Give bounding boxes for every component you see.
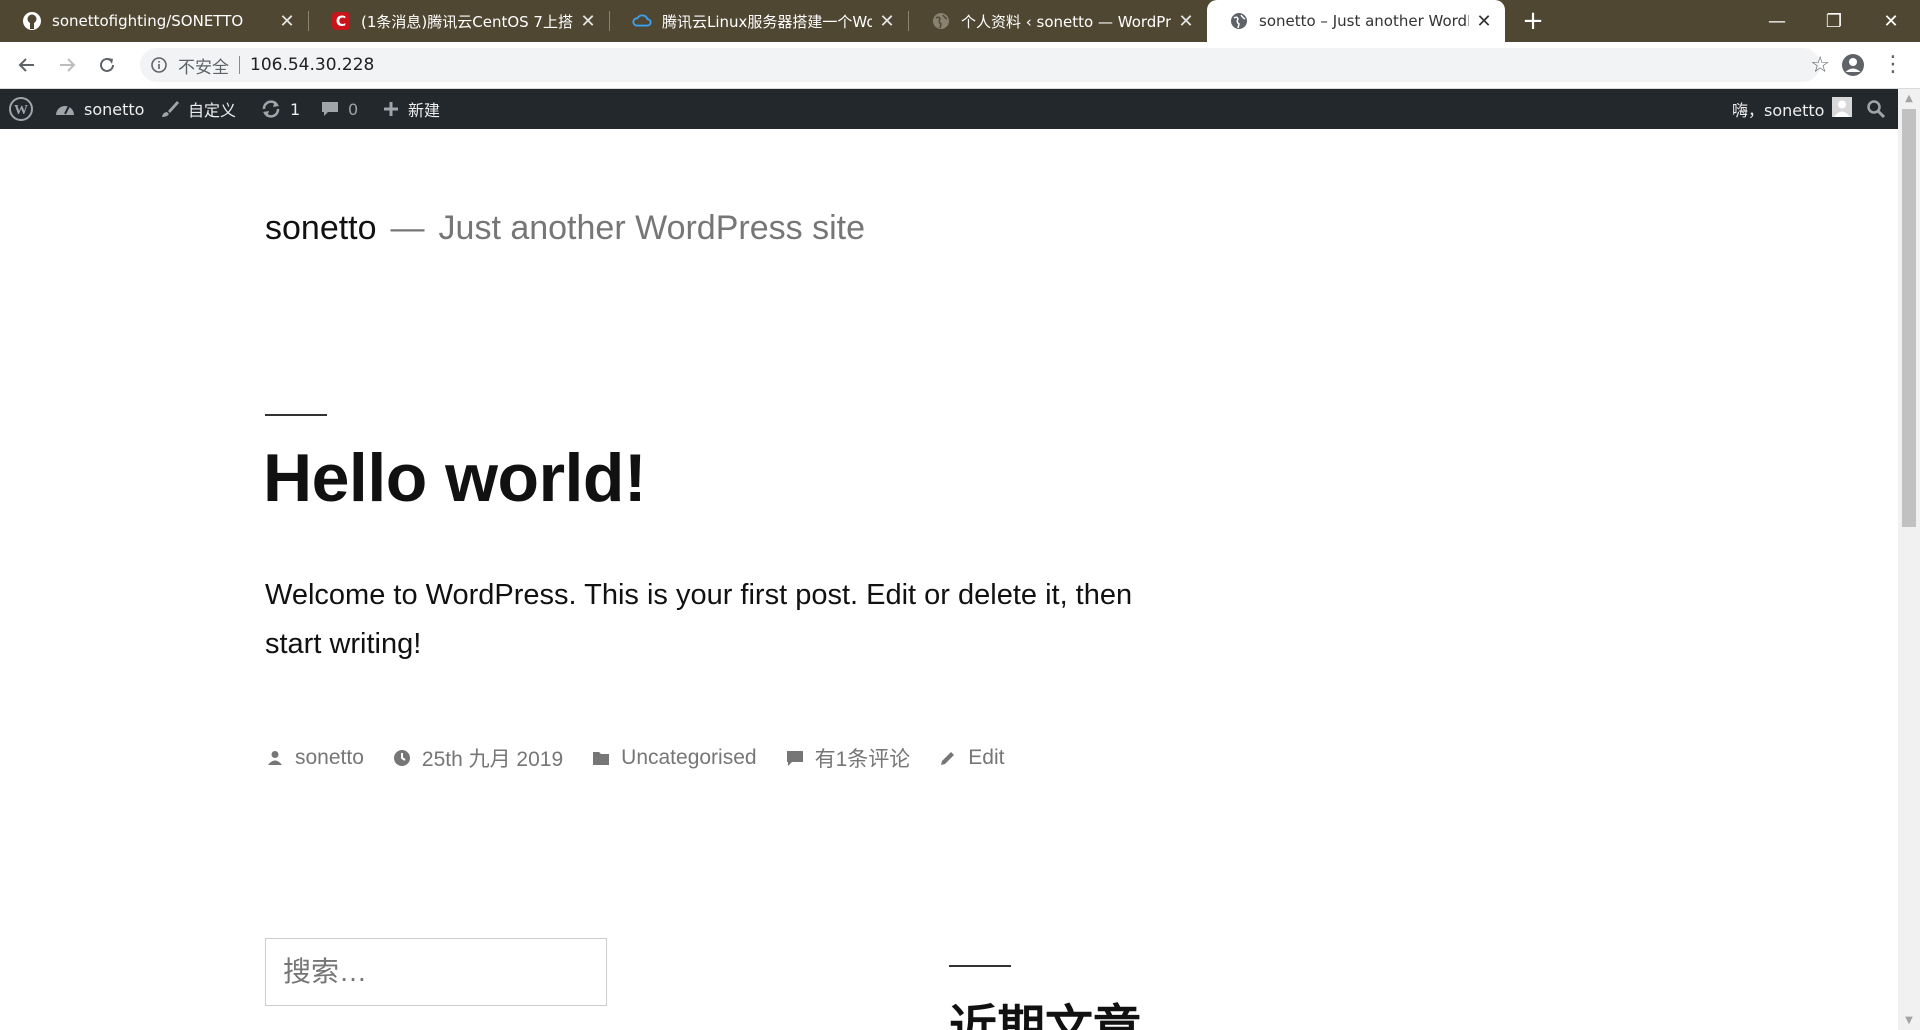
kebab-menu-icon[interactable]: ⋮ bbox=[1882, 50, 1904, 80]
updates-link[interactable]: 1 bbox=[260, 89, 300, 129]
url-text[interactable]: 106.54.30.228 bbox=[250, 55, 374, 75]
tab-csdn[interactable]: C (1条消息)腾讯云CentOS 7上搭建 ✕ bbox=[309, 0, 609, 42]
new-tab-button[interactable]: + bbox=[1518, 6, 1548, 36]
account-icon[interactable] bbox=[1840, 52, 1866, 78]
avatar bbox=[1832, 97, 1853, 121]
my-account-link[interactable]: 嗨，sonetto bbox=[1732, 89, 1853, 129]
customize-link[interactable]: 自定义 bbox=[160, 89, 236, 129]
tab-close-icon[interactable]: ✕ bbox=[278, 11, 296, 32]
customize-label: 自定义 bbox=[188, 101, 237, 120]
admin-site-link[interactable]: sonetto bbox=[54, 89, 144, 129]
site-header: sonetto — Just another WordPress site bbox=[265, 209, 865, 248]
svg-text:C: C bbox=[336, 14, 346, 30]
post-comments-link[interactable]: 有1条评论 bbox=[785, 743, 911, 773]
address-divider bbox=[239, 56, 240, 74]
search-icon[interactable] bbox=[1866, 89, 1886, 129]
updates-icon bbox=[260, 99, 282, 119]
post-meta: sonetto 25th 九月 2019 Uncategorised 有1条评论… bbox=[265, 743, 1032, 773]
category-text: Uncategorised bbox=[621, 746, 757, 769]
page-content: sonetto — Just another WordPress site Hell… bbox=[0, 129, 1898, 1030]
back-icon[interactable] bbox=[12, 50, 42, 80]
svg-text:W: W bbox=[14, 103, 28, 118]
tencent-cloud-icon bbox=[632, 11, 652, 31]
dashboard-icon bbox=[54, 100, 76, 118]
bookmark-star-icon[interactable]: ☆ bbox=[1810, 53, 1830, 78]
tab-close-icon[interactable]: ✕ bbox=[878, 11, 896, 32]
plus-icon bbox=[382, 100, 400, 118]
brush-icon bbox=[160, 99, 180, 119]
search-input[interactable] bbox=[265, 938, 607, 1006]
tab-title: 腾讯云Linux服务器搭建一个Wor bbox=[662, 12, 872, 31]
tab-title: 个人资料 ‹ sonetto — WordPress bbox=[961, 12, 1171, 31]
tab-active-site[interactable]: sonetto – Just another WordPress site ✕ bbox=[1207, 0, 1505, 42]
tab-close-icon[interactable]: ✕ bbox=[1177, 11, 1195, 32]
tab-tencent-cloud[interactable]: 腾讯云Linux服务器搭建一个Wor ✕ bbox=[610, 0, 908, 42]
csdn-icon: C bbox=[331, 11, 351, 31]
restore-button[interactable]: ❐ bbox=[1806, 0, 1862, 42]
site-title-link[interactable]: sonetto bbox=[265, 209, 377, 247]
folder-icon bbox=[591, 748, 611, 768]
post-date[interactable]: 25th 九月 2019 bbox=[392, 743, 563, 773]
post-category[interactable]: Uncategorised bbox=[591, 746, 757, 770]
reload-icon[interactable] bbox=[92, 50, 122, 80]
address-bar[interactable]: 不安全 106.54.30.228 ☆ bbox=[140, 48, 1830, 82]
tab-strip: sonettofighting/SONETTO ✕ C (1条消息)腾讯云Cen… bbox=[0, 0, 1920, 42]
greeting-text: 嗨，sonetto bbox=[1732, 101, 1825, 120]
info-icon[interactable] bbox=[150, 56, 168, 74]
widget-title-divider bbox=[949, 965, 1011, 967]
tab-title: (1条消息)腾讯云CentOS 7上搭建 bbox=[361, 12, 573, 31]
wp-admin-bar: W sonetto 自定义 1 0 新建 嗨，sonetto bbox=[0, 89, 1898, 129]
forward-icon[interactable] bbox=[52, 50, 82, 80]
post-title-divider bbox=[265, 414, 327, 416]
comment-icon bbox=[785, 748, 805, 768]
scroll-thumb[interactable] bbox=[1902, 109, 1916, 527]
scroll-down-arrow-icon[interactable]: ▼ bbox=[1903, 1015, 1915, 1026]
tab-github[interactable]: sonettofighting/SONETTO ✕ bbox=[0, 0, 308, 42]
person-icon bbox=[265, 748, 285, 768]
tab-close-icon[interactable]: ✕ bbox=[1475, 11, 1493, 32]
wordpress-logo-icon[interactable]: W bbox=[8, 89, 34, 129]
post-edit-link[interactable]: Edit bbox=[938, 746, 1004, 770]
comments-text: 有1条评论 bbox=[814, 748, 911, 771]
comment-bubble-icon bbox=[320, 99, 340, 119]
author-name: sonetto bbox=[295, 746, 364, 769]
tab-title: sonetto – Just another WordPress site bbox=[1259, 12, 1469, 30]
edit-text: Edit bbox=[968, 746, 1005, 769]
pencil-icon bbox=[938, 748, 958, 768]
date-text: 25th 九月 2019 bbox=[421, 748, 564, 771]
new-content-link[interactable]: 新建 bbox=[382, 89, 440, 129]
updates-count: 1 bbox=[290, 99, 301, 119]
tab-profile[interactable]: 个人资料 ‹ sonetto — WordPress ✕ bbox=[909, 0, 1207, 42]
site-description: Just another WordPress site bbox=[438, 209, 865, 247]
tab-title: sonettofighting/SONETTO bbox=[52, 12, 244, 30]
post-content: Welcome to WordPress. This is your first… bbox=[265, 579, 1133, 660]
scroll-up-arrow-icon[interactable]: ▲ bbox=[1903, 93, 1915, 104]
browser-toolbar: 不安全 106.54.30.228 ☆ ⋮ bbox=[0, 42, 1920, 89]
page-scrollbar[interactable]: ▲ ▼ bbox=[1898, 89, 1920, 1030]
comments-link[interactable]: 0 bbox=[320, 89, 358, 129]
post-title[interactable]: Hello world! bbox=[263, 439, 647, 517]
clock-icon bbox=[392, 748, 412, 768]
globe-icon bbox=[931, 11, 951, 31]
post-author[interactable]: sonetto bbox=[265, 746, 364, 770]
globe-icon bbox=[1229, 11, 1249, 31]
admin-site-name: sonetto bbox=[84, 99, 145, 119]
minimize-button[interactable]: — bbox=[1749, 0, 1805, 42]
comments-count: 0 bbox=[348, 99, 359, 119]
recent-posts-title: 近期文章 bbox=[949, 1000, 1142, 1030]
window-close-button[interactable]: ✕ bbox=[1863, 0, 1919, 42]
tab-close-icon[interactable]: ✕ bbox=[579, 11, 597, 32]
security-label: 不安全 bbox=[178, 57, 229, 78]
new-label: 新建 bbox=[408, 101, 441, 120]
site-title-separator: — bbox=[390, 209, 425, 247]
github-icon bbox=[22, 11, 42, 31]
